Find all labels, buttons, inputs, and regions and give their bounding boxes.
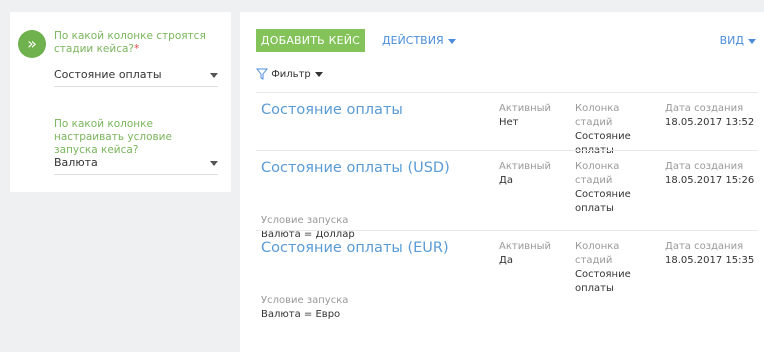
actions-menu-button[interactable]: ДЕЙСТВИЯ xyxy=(382,34,456,47)
field-value: 18.05.2017 15:35 xyxy=(665,255,755,266)
record-title[interactable]: Состояние оплаты (EUR) xyxy=(261,240,449,256)
field-label: Дата создания xyxy=(665,103,744,114)
field-value: 18.05.2017 13:52 xyxy=(665,117,755,128)
field-value: Да xyxy=(499,255,513,266)
field-label: Активный xyxy=(499,161,552,172)
field-label: Условие запуска xyxy=(261,215,349,226)
actions-label: ДЕЙСТВИЯ xyxy=(382,34,444,47)
cases-list-area: ДОБАВИТЬ КЕЙС ДЕЙСТВИЯ ВИД Фильтр Состоя… xyxy=(240,12,764,352)
stage-column-select-value: Состояние оплаты xyxy=(54,68,162,81)
stage-column-question: По какой колонке строятся стадии кейса?* xyxy=(54,30,206,55)
chevron-down-icon[interactable] xyxy=(210,161,218,166)
active-field: Активный Да xyxy=(499,160,551,188)
active-field: Активный Да xyxy=(499,240,551,268)
field-value: Состояние оплаты xyxy=(575,189,631,214)
field-label: Дата создания xyxy=(665,161,744,172)
stage-column-field: Колонка стадий Состояние оплаты xyxy=(575,160,655,216)
caret-down-icon xyxy=(748,38,756,44)
list-item[interactable]: Состояние оплаты (USD) Активный Да Колон… xyxy=(256,150,758,240)
funnel-icon xyxy=(255,68,269,80)
chevron-down-icon[interactable] xyxy=(210,73,218,78)
view-menu-button[interactable]: ВИД xyxy=(720,34,756,47)
field-value: 18.05.2017 15:26 xyxy=(665,175,755,186)
created-date-field: Дата создания 18.05.2017 13:52 xyxy=(665,102,754,130)
filter-button[interactable]: Фильтр xyxy=(255,68,323,80)
caret-down-icon xyxy=(314,71,323,77)
stage-column-field: Колонка стадий Состояние оплаты xyxy=(575,240,655,296)
condition-column-select-value: Валюта xyxy=(54,156,98,169)
stage-column-select[interactable]: Состояние оплаты xyxy=(54,68,218,87)
active-field: Активный Нет xyxy=(499,102,551,130)
field-value: Состояние оплаты xyxy=(575,269,631,294)
field-value: Валюта = Евро xyxy=(261,309,341,320)
field-label: Условие запуска xyxy=(261,295,349,306)
created-date-field: Дата создания 18.05.2017 15:35 xyxy=(665,240,754,268)
field-label: Колонка стадий xyxy=(575,241,620,266)
list-item[interactable]: Состояние оплаты (EUR) Активный Да Колон… xyxy=(256,230,758,321)
caret-down-icon xyxy=(447,38,456,44)
record-title[interactable]: Состояние оплаты xyxy=(261,102,403,118)
add-case-button[interactable]: ДОБАВИТЬ КЕЙС xyxy=(256,29,365,52)
launch-condition-field: Условие запуска Валюта = Евро xyxy=(261,294,348,322)
field-label: Колонка стадий xyxy=(575,161,620,186)
condition-column-select[interactable]: Валюта xyxy=(54,156,218,175)
chevron-right-icon[interactable]: » xyxy=(18,30,46,58)
condition-column-question: По какой колонке настраивать условие зап… xyxy=(54,118,172,156)
field-label: Активный xyxy=(499,241,552,252)
field-label: Дата создания xyxy=(665,241,744,252)
field-value: Да xyxy=(499,175,513,186)
filter-label: Фильтр xyxy=(271,69,311,80)
field-label: Колонка стадий xyxy=(575,103,620,128)
case-settings-panel: » По какой колонке строятся стадии кейса… xyxy=(10,12,231,192)
field-value: Нет xyxy=(499,117,519,128)
required-mark: * xyxy=(133,43,140,55)
created-date-field: Дата создания 18.05.2017 15:26 xyxy=(665,160,754,188)
record-title[interactable]: Состояние оплаты (USD) xyxy=(261,160,450,176)
view-label: ВИД xyxy=(719,34,744,47)
field-label: Активный xyxy=(499,103,552,114)
list-item[interactable]: Состояние оплаты Активный Нет Колонка ст… xyxy=(256,92,758,156)
